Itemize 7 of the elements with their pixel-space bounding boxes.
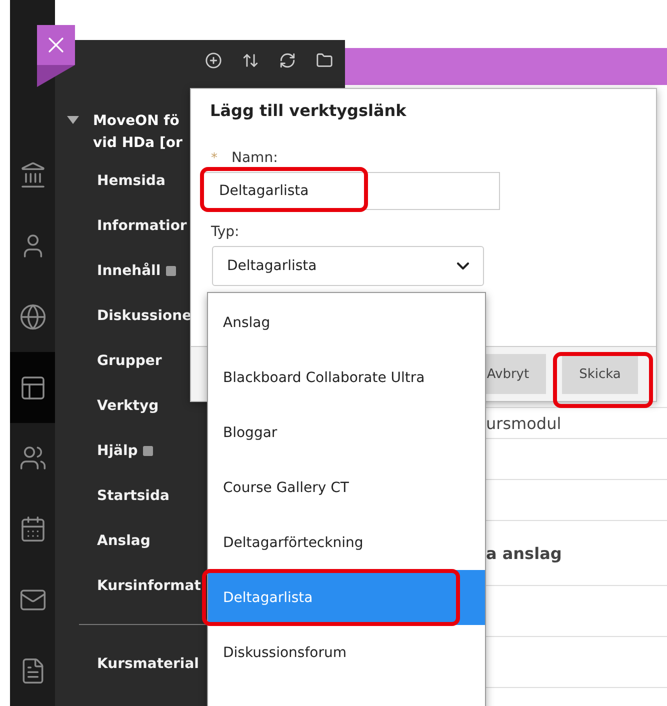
required-mark: * — [211, 150, 218, 166]
field-label: Typ: — [210, 223, 240, 240]
field-label: Namn: — [232, 150, 278, 166]
module-title: a anslag — [486, 544, 562, 562]
dialog-title: Lägg till verktygslänk — [209, 100, 408, 120]
module-title: ursmodul — [486, 414, 562, 432]
course-title: MoveON fö vid HDa [or — [93, 112, 182, 153]
